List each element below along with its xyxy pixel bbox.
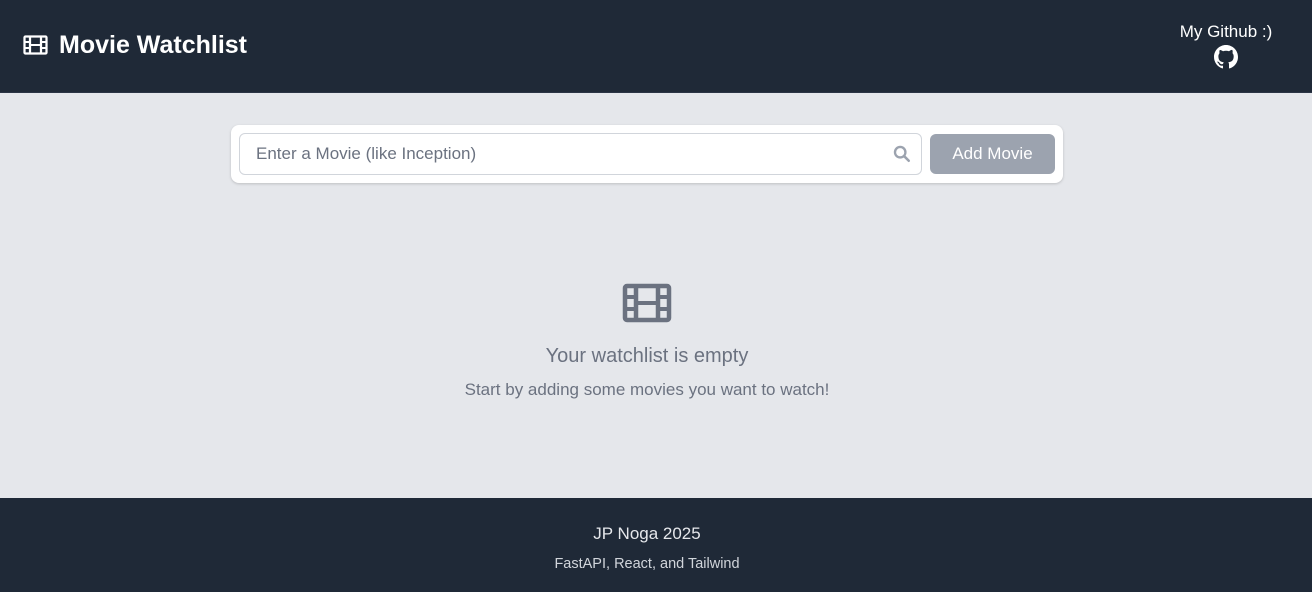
github-icon[interactable] xyxy=(1214,45,1238,69)
empty-state-title: Your watchlist is empty xyxy=(545,345,749,367)
page-title: Movie Watchlist xyxy=(59,31,247,59)
app-footer: JP Noga 2025 FastAPI, React, and Tailwin… xyxy=(0,498,1312,592)
app-header: Movie Watchlist My Github :) xyxy=(0,0,1312,93)
main-content: Add Movie Your watchlist is empty Start … xyxy=(0,93,1312,498)
footer-tech-stack: FastAPI, React, and Tailwind xyxy=(554,556,740,572)
empty-state-subtitle: Start by adding some movies you want to … xyxy=(464,380,830,399)
search-icon xyxy=(893,145,911,163)
add-movie-button[interactable]: Add Movie xyxy=(930,134,1055,174)
search-field[interactable] xyxy=(239,133,922,175)
film-icon xyxy=(23,35,48,55)
github-link[interactable]: My Github :) xyxy=(1170,22,1282,69)
github-link-label: My Github :) xyxy=(1179,22,1273,41)
add-movie-form: Add Movie xyxy=(231,125,1063,183)
movie-search-input[interactable] xyxy=(240,134,880,174)
footer-author: JP Noga 2025 xyxy=(593,524,701,543)
film-icon xyxy=(622,283,672,323)
brand: Movie Watchlist xyxy=(23,31,247,59)
